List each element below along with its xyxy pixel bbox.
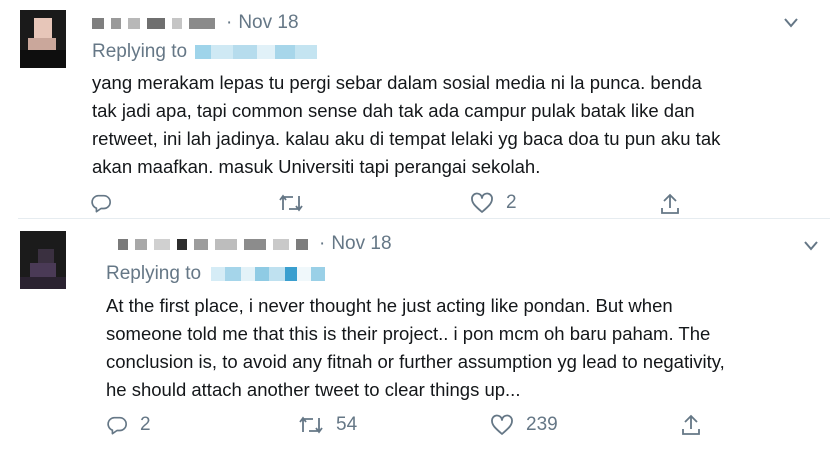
- reply-button[interactable]: [90, 192, 124, 214]
- chevron-down-icon[interactable]: [784, 18, 798, 28]
- reply-button[interactable]: 2: [106, 414, 151, 436]
- tweet-text-line: tak jadi apa, tapi common sense dah tak …: [92, 100, 695, 121]
- replying-to-label: Replying to: [106, 263, 202, 284]
- like-count: 239: [526, 414, 558, 435]
- reply-icon: [91, 194, 111, 213]
- username-redacted: [189, 17, 215, 29]
- like-icon: [491, 414, 513, 435]
- tweet-text-line: yang merakam lepas tu pergi sebar dalam …: [92, 72, 702, 93]
- username-redacted: [296, 238, 308, 250]
- username-redacted: [244, 238, 266, 250]
- share-button[interactable]: [680, 413, 702, 437]
- tweet-text-line: akan maafkan. masuk Universiti tapi pera…: [92, 156, 541, 177]
- display-name-redacted[interactable]: [92, 17, 104, 29]
- username-redacted: [172, 17, 182, 29]
- replying-to: Replying to: [106, 262, 326, 286]
- display-name-redacted: [147, 17, 165, 29]
- tweet-text: yang merakam lepas tu pergi sebar dalam …: [92, 69, 720, 181]
- retweet-button[interactable]: [278, 192, 316, 214]
- share-button[interactable]: [659, 192, 681, 216]
- retweet-icon: [279, 194, 303, 212]
- avatar[interactable]: [20, 231, 66, 289]
- like-count: 2: [506, 192, 517, 213]
- reply-count: 2: [140, 414, 151, 435]
- display-name-redacted: [177, 238, 187, 250]
- tweet-header: · Nov 18: [118, 231, 392, 257]
- replying-to: Replying to: [92, 40, 318, 64]
- tweet-text-line: someone told me that this is their proje…: [106, 323, 711, 344]
- display-name-redacted: [135, 238, 147, 250]
- tweet-text-line: he should attach another tweet to clear …: [106, 379, 521, 400]
- reply-icon: [107, 416, 127, 435]
- tweet-text: At the first place, i never thought he j…: [106, 292, 725, 404]
- like-icon: [471, 192, 493, 213]
- tweet-card[interactable]: · Nov 18 Replying to At the first place,…: [18, 218, 830, 456]
- retweet-icon: [299, 416, 323, 434]
- display-name-redacted: [154, 238, 170, 250]
- share-icon: [661, 193, 679, 214]
- replying-to-handle[interactable]: [195, 45, 318, 59]
- retweet-button[interactable]: 54: [298, 414, 357, 436]
- display-name-redacted: [128, 17, 140, 29]
- separator-dot: ·: [319, 233, 326, 254]
- like-button[interactable]: 2: [470, 192, 517, 214]
- avatar[interactable]: [20, 10, 66, 68]
- tweet-text-line: conclusion is, to avoid any fitnah or fu…: [106, 351, 725, 372]
- display-name-redacted: [111, 17, 121, 29]
- share-icon: [682, 414, 700, 435]
- replying-to-label: Replying to: [92, 41, 188, 62]
- tweet-card[interactable]: · Nov 18 Replying to yang merakam lepas …: [0, 0, 812, 218]
- username-redacted: [194, 238, 208, 250]
- retweet-count: 54: [336, 414, 358, 435]
- tweet-text-line: retweet, ini lah jadinya. kalau aku di t…: [92, 128, 721, 149]
- username-redacted: [215, 238, 237, 250]
- tweet-date[interactable]: Nov 18: [331, 233, 391, 255]
- username-redacted: [273, 238, 289, 250]
- separator-dot: ·: [226, 12, 233, 33]
- like-button[interactable]: 239: [490, 414, 558, 436]
- tweet-header: · Nov 18: [92, 9, 299, 37]
- tweet-date[interactable]: Nov 18: [238, 12, 298, 34]
- replying-to-handle[interactable]: [211, 267, 326, 281]
- display-name-redacted[interactable]: [118, 238, 128, 250]
- tweet-text-line: At the first place, i never thought he j…: [106, 295, 673, 316]
- chevron-down-icon[interactable]: [804, 241, 818, 251]
